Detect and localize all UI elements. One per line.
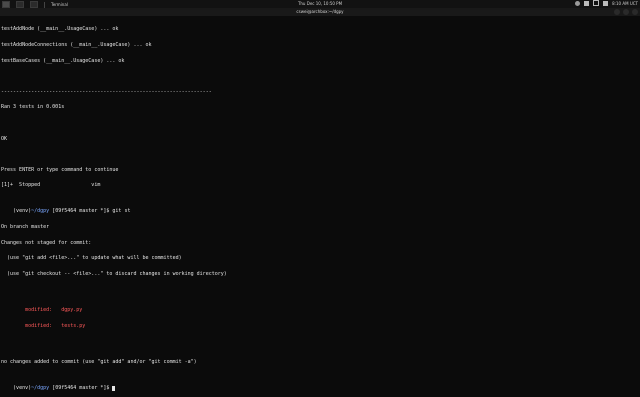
terminal-line: Ran 3 tests in 0.001s — [1, 104, 65, 111]
terminal-line: On branch master — [1, 223, 50, 230]
window-controls — [614, 9, 638, 15]
terminal-line: OK — [1, 135, 8, 142]
modified-file-1: modified: dgpy.py — [25, 307, 83, 314]
network-icon[interactable] — [584, 0, 590, 6]
top-bar-datetime: Thu Dec 10, 10:50 PM — [297, 1, 343, 6]
prompt-path: ~/dgpy — [31, 385, 50, 392]
prompt-path: ~/dgpy — [31, 208, 50, 215]
modified-file-2: modified: tests.py — [25, 322, 86, 329]
prompt-git: [09f5464 master *] — [52, 208, 107, 215]
prompt-command: git st — [112, 208, 131, 215]
window-title: cswei@archbox:~/dgpy — [296, 9, 344, 14]
status-dot-icon[interactable] — [575, 0, 581, 6]
terminal-prompt-line: (venv)~/dgpy [09f5464 master *]$ git st — [1, 204, 639, 214]
tray-time: 8:10 AM UCT — [612, 0, 638, 6]
terminal-line: (use "git checkout -- <file>..." to disc… — [1, 270, 227, 277]
terminal-prompt-line-current[interactable]: (venv)~/dgpy [09f5464 master *]$ — [1, 381, 639, 392]
git-modified-line-2: modified: tests.py — [1, 322, 639, 329]
terminal-line: testAddNodeConnections (__main__.UsageCa… — [1, 42, 152, 48]
text-cursor — [112, 386, 116, 392]
terminal-line: Press ENTER or type command to continue — [1, 166, 119, 173]
git-modified-line-1: modified: dgpy.py — [1, 308, 639, 313]
terminal-line: [1]+ Stopped vim — [1, 182, 101, 189]
prompt-venv: (venv) — [13, 208, 32, 215]
top-bar-tray: 8:10 AM UCT — [575, 0, 638, 6]
terminal-line: testAddNode (__main__.UsageCase) ... ok — [1, 26, 119, 33]
terminal-titlebar: cswei@archbox:~/dgpy — [0, 8, 640, 16]
terminal-line: Changes not staged for commit: — [1, 239, 92, 246]
battery-icon[interactable] — [603, 0, 609, 6]
terminal-line: ----------------------------------------… — [1, 88, 212, 95]
desktop-top-bar: Terminal Thu Dec 10, 10:50 PM 8:10 AM UC… — [0, 0, 640, 8]
terminal-line: (use "git add <file>..." to update what … — [1, 255, 182, 262]
terminal-line: testBaseCases (__main__.UsageCase) ... o… — [1, 57, 125, 64]
close-button[interactable] — [632, 9, 638, 15]
window-icon[interactable] — [593, 0, 600, 6]
maximize-button[interactable] — [623, 9, 629, 15]
prompt-venv: (venv) — [13, 385, 32, 392]
terminal-line: no changes added to commit (use "git add… — [1, 359, 197, 366]
prompt-git: [09f5464 master *] — [52, 385, 107, 392]
minimize-button[interactable] — [614, 9, 620, 15]
terminal-output[interactable]: testAddNode (__main__.UsageCase) ... ok … — [1, 17, 639, 392]
